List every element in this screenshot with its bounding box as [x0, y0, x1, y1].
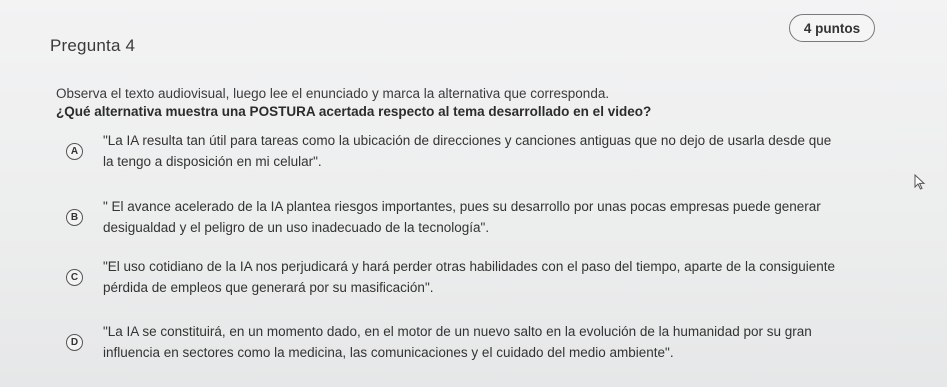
- option-b-text: " El avance acelerado de la IA plantea r…: [103, 196, 821, 238]
- option-b[interactable]: B " El avance acelerado de la IA plantea…: [66, 196, 886, 238]
- question-prompt: ¿Qué alternativa muestra una POSTURA ace…: [56, 104, 652, 119]
- question-title: Pregunta 4: [50, 36, 136, 55]
- option-b-line-2: desigualdad y el peligro de un uso inade…: [103, 220, 490, 235]
- option-a-line-2: la tengo a disposición en mi celular".: [103, 154, 322, 169]
- option-c-line-2: pérdida de empleos que generará por su m…: [103, 280, 434, 295]
- option-c-line-1: "El uso cotidiano de la IA nos perjudica…: [103, 259, 836, 274]
- option-d-line-2: influencia en sectores como la medicina,…: [103, 345, 674, 360]
- option-a-text: "La IA resulta tan útil para tareas como…: [103, 130, 831, 172]
- option-c-text: "El uso cotidiano de la IA nos perjudica…: [103, 256, 835, 298]
- option-c[interactable]: C "El uso cotidiano de la IA nos perjudi…: [66, 256, 886, 298]
- option-a[interactable]: A "La IA resulta tan útil para tareas co…: [66, 130, 886, 172]
- option-d-radio[interactable]: D: [66, 333, 83, 351]
- question-card: Pregunta 4 4 puntos Observa el texto aud…: [0, 0, 947, 387]
- option-d-line-1: "La IA se constituirá, en un momento dad…: [103, 324, 812, 339]
- option-a-radio[interactable]: A: [66, 142, 83, 160]
- question-instruction: Observa el texto audiovisual, luego lee …: [56, 86, 610, 101]
- option-b-radio[interactable]: B: [66, 208, 83, 226]
- option-a-line-1: "La IA resulta tan útil para tareas como…: [103, 133, 832, 148]
- option-d[interactable]: D "La IA se constituirá, en un momento d…: [66, 321, 886, 363]
- option-c-radio[interactable]: C: [66, 268, 83, 286]
- option-b-line-1: " El avance acelerado de la IA plantea r…: [103, 199, 821, 214]
- mouse-cursor-icon: [914, 174, 926, 190]
- option-d-text: "La IA se constituirá, en un momento dad…: [103, 321, 812, 363]
- points-badge: 4 puntos: [789, 14, 875, 42]
